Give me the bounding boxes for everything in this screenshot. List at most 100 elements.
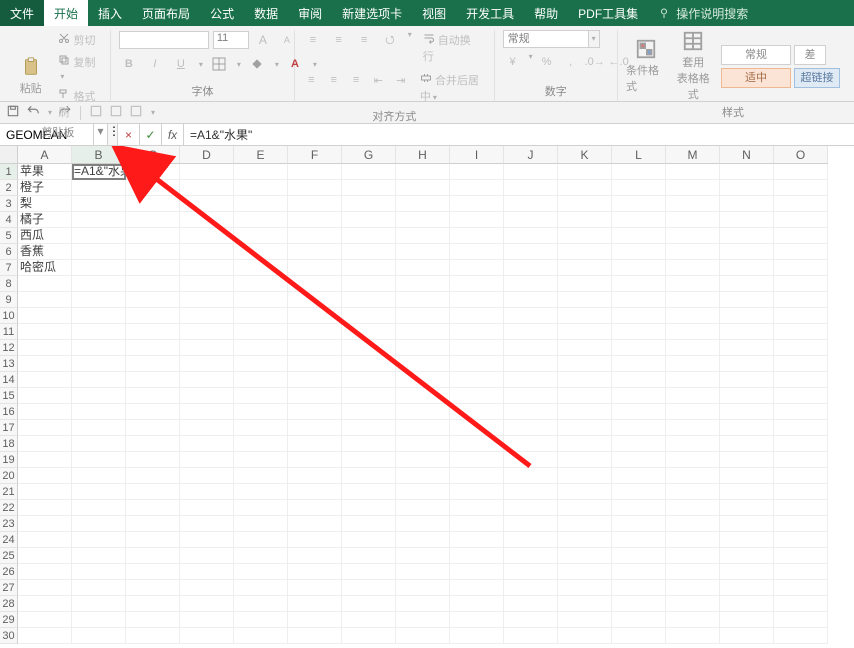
cell[interactable]	[396, 308, 450, 324]
cell[interactable]	[396, 244, 450, 260]
cell[interactable]: 香蕉	[18, 244, 72, 260]
cell[interactable]	[18, 612, 72, 628]
cell[interactable]	[558, 452, 612, 468]
cell[interactable]	[288, 356, 342, 372]
cell-style-normal[interactable]: 常规	[721, 45, 791, 65]
cell[interactable]	[180, 324, 234, 340]
cell[interactable]	[234, 628, 288, 644]
cell[interactable]	[720, 244, 774, 260]
cell[interactable]	[342, 324, 396, 340]
cell[interactable]	[720, 292, 774, 308]
row-header[interactable]: 14	[0, 372, 18, 388]
cell[interactable]	[18, 532, 72, 548]
row-header[interactable]: 16	[0, 404, 18, 420]
cell[interactable]	[396, 628, 450, 644]
cell[interactable]	[666, 452, 720, 468]
row-header[interactable]: 9	[0, 292, 18, 308]
cell[interactable]	[288, 388, 342, 404]
cell[interactable]	[396, 164, 450, 180]
row-header[interactable]: 18	[0, 436, 18, 452]
cell[interactable]	[72, 340, 126, 356]
cell[interactable]	[396, 228, 450, 244]
cell[interactable]	[126, 500, 180, 516]
cell[interactable]	[612, 212, 666, 228]
cell[interactable]	[234, 452, 288, 468]
cell[interactable]	[396, 404, 450, 420]
cell[interactable]	[558, 564, 612, 580]
increase-decimal-icon[interactable]: .0→	[585, 52, 605, 72]
cell[interactable]	[126, 628, 180, 644]
cell[interactable]	[612, 180, 666, 196]
cell[interactable]	[288, 164, 342, 180]
align-top-icon[interactable]: ≡	[303, 30, 323, 50]
cell[interactable]	[72, 420, 126, 436]
cell[interactable]	[126, 244, 180, 260]
cell[interactable]	[558, 484, 612, 500]
format-as-table-button[interactable]: 套用 表格格式	[674, 30, 714, 102]
cell[interactable]	[396, 260, 450, 276]
tab-开始[interactable]: 开始	[44, 0, 88, 26]
cell[interactable]	[18, 420, 72, 436]
cell[interactable]	[126, 596, 180, 612]
cell[interactable]	[180, 388, 234, 404]
cell[interactable]	[504, 356, 558, 372]
cell[interactable]	[342, 388, 396, 404]
cell[interactable]	[342, 500, 396, 516]
cell[interactable]	[450, 612, 504, 628]
cell[interactable]	[774, 212, 828, 228]
row-header[interactable]: 21	[0, 484, 18, 500]
cell[interactable]: 梨	[18, 196, 72, 212]
cell[interactable]	[342, 308, 396, 324]
cell[interactable]	[774, 564, 828, 580]
tab-公式[interactable]: 公式	[200, 0, 244, 26]
cell[interactable]	[18, 404, 72, 420]
cell[interactable]	[180, 356, 234, 372]
cell[interactable]	[72, 260, 126, 276]
cell[interactable]	[558, 244, 612, 260]
cell[interactable]	[18, 372, 72, 388]
cell[interactable]	[180, 404, 234, 420]
cell[interactable]	[180, 420, 234, 436]
cell[interactable]	[288, 564, 342, 580]
cell[interactable]	[72, 276, 126, 292]
cell[interactable]	[774, 292, 828, 308]
accounting-format-icon[interactable]: ¥	[503, 52, 523, 72]
cell[interactable]	[720, 228, 774, 244]
cell[interactable]	[666, 196, 720, 212]
cell[interactable]	[450, 212, 504, 228]
cell[interactable]	[288, 532, 342, 548]
cell[interactable]	[288, 340, 342, 356]
row-header[interactable]: 12	[0, 340, 18, 356]
cell[interactable]	[774, 468, 828, 484]
cell[interactable]	[288, 596, 342, 612]
cell[interactable]	[612, 244, 666, 260]
cell[interactable]	[612, 276, 666, 292]
formula-cancel-button[interactable]: ×	[118, 124, 140, 145]
cell[interactable]: 苹果	[18, 164, 72, 180]
cell[interactable]	[180, 612, 234, 628]
qat-customize-icon[interactable]: ▾	[149, 108, 155, 117]
cell[interactable]	[180, 340, 234, 356]
cell[interactable]	[558, 612, 612, 628]
decrease-font-icon[interactable]: A	[277, 30, 297, 50]
row-header[interactable]: 29	[0, 612, 18, 628]
cell[interactable]	[126, 580, 180, 596]
column-header[interactable]: L	[612, 146, 666, 164]
row-header[interactable]: 23	[0, 516, 18, 532]
cell[interactable]	[720, 484, 774, 500]
cell[interactable]	[720, 564, 774, 580]
row-header[interactable]: 24	[0, 532, 18, 548]
cell[interactable]	[612, 516, 666, 532]
cell[interactable]	[720, 420, 774, 436]
row-header[interactable]: 25	[0, 548, 18, 564]
cell-style-bad[interactable]: 差	[794, 45, 826, 65]
cell[interactable]	[558, 196, 612, 212]
cell[interactable]	[18, 276, 72, 292]
cell[interactable]	[18, 388, 72, 404]
column-header[interactable]: K	[558, 146, 612, 164]
cell[interactable]	[396, 292, 450, 308]
cell[interactable]	[558, 532, 612, 548]
cell[interactable]	[180, 548, 234, 564]
column-header[interactable]: J	[504, 146, 558, 164]
cell[interactable]	[504, 244, 558, 260]
